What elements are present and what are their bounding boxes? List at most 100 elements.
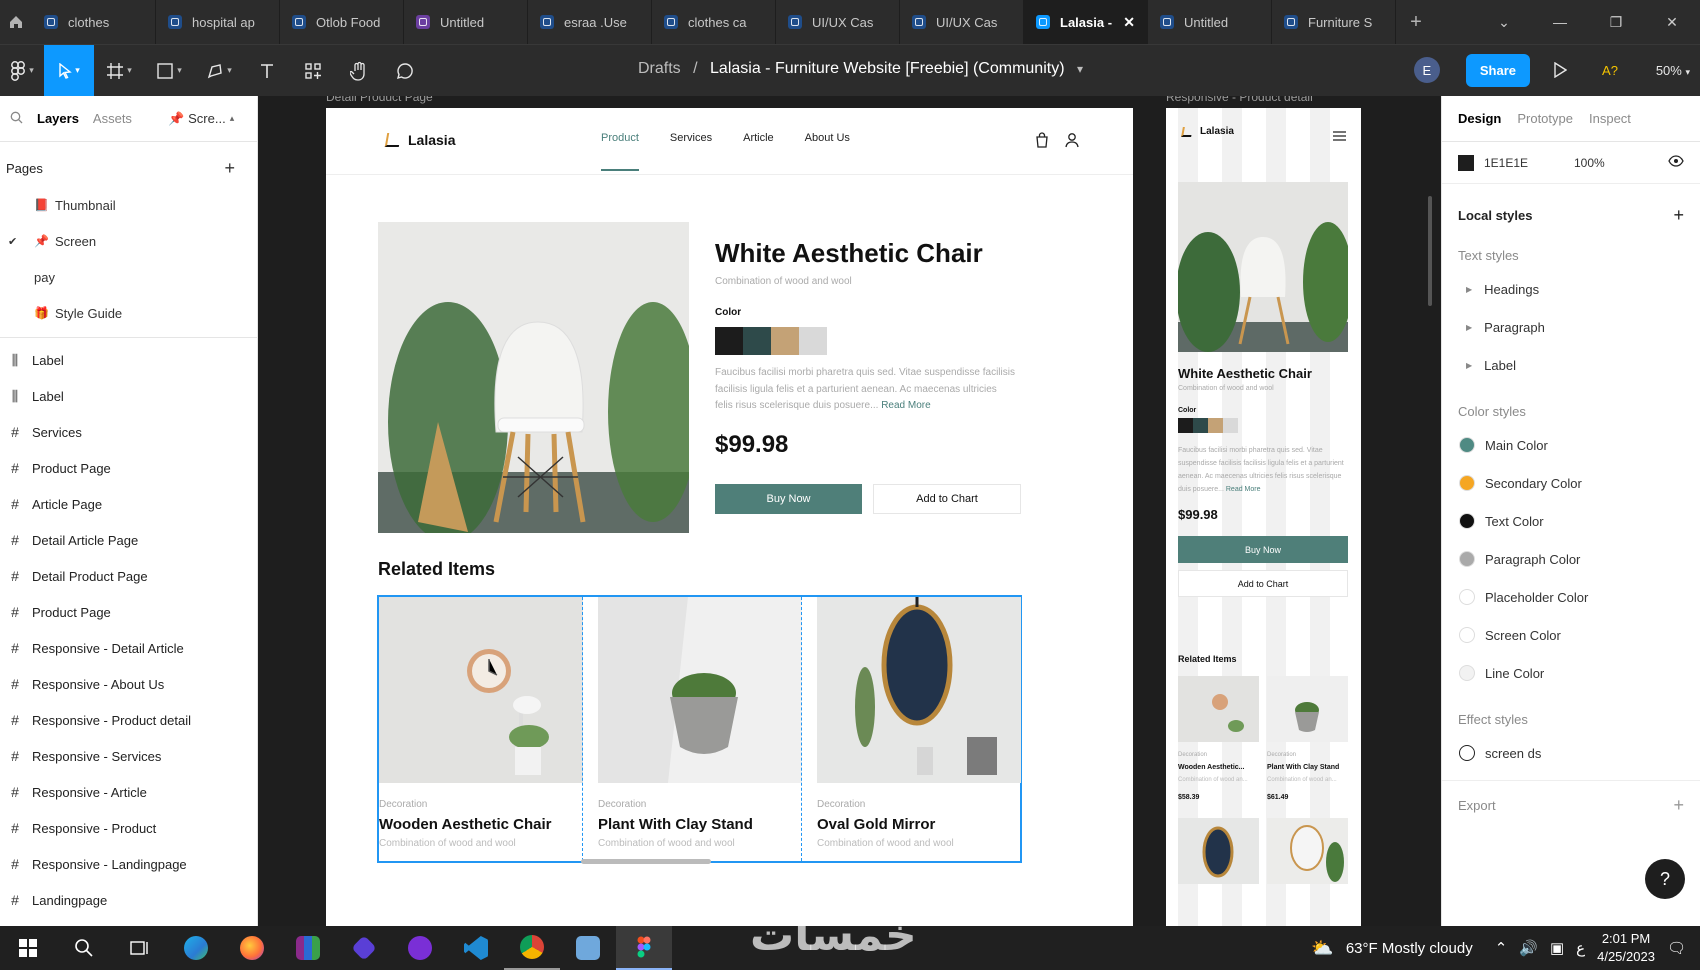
browser-tab[interactable]: hospital ap (156, 0, 280, 44)
layer-item[interactable]: # Responsive - Product detail (0, 702, 257, 738)
color-swatch[interactable] (743, 327, 771, 355)
canvas[interactable]: Detail Product Page Responsive - Product… (258, 96, 1441, 926)
layer-item[interactable]: # Product Page (0, 594, 257, 630)
add-export-icon[interactable]: + (1673, 795, 1684, 816)
color-swatch[interactable] (1193, 418, 1208, 433)
expand-caret-icon[interactable]: ▶ (1466, 323, 1472, 332)
search-icon[interactable] (10, 111, 23, 127)
mobile-read-more-link[interactable]: Read More (1226, 486, 1261, 493)
eye-icon[interactable] (1668, 155, 1684, 170)
mobile-product-image[interactable] (1178, 182, 1348, 352)
layer-item[interactable]: # Detail Product Page (0, 558, 257, 594)
home-icon[interactable] (0, 0, 32, 44)
horizontal-scrollbar[interactable] (581, 859, 711, 864)
color-swatch[interactable] (1223, 418, 1238, 433)
mobile-buy-now-button[interactable]: Buy Now (1178, 536, 1348, 563)
resources-tool-icon[interactable] (290, 45, 336, 97)
zoom-level[interactable]: 50% ▾ (1640, 63, 1690, 78)
layer-item[interactable]: # Responsive - Services (0, 738, 257, 774)
layer-item[interactable]: # Detail Article Page (0, 522, 257, 558)
page-item[interactable]: ✔ 📌 Screen (0, 223, 257, 259)
text-style-item[interactable]: ▶ Label (1442, 346, 1700, 384)
help-button[interactable]: ? (1645, 859, 1685, 899)
layer-item[interactable]: ⫼ Label (0, 342, 257, 378)
site-logo[interactable]: Lalasia (384, 132, 455, 148)
layer-item[interactable]: # Responsive - Article (0, 774, 257, 810)
color-swatch[interactable] (771, 327, 799, 355)
shape-tool-icon[interactable]: ▾ (144, 45, 194, 97)
move-tool-icon[interactable]: ▾ (44, 44, 94, 97)
layer-item[interactable]: # Product Page (0, 450, 257, 486)
vertical-scrollbar[interactable] (1428, 196, 1432, 306)
add-to-chart-button[interactable]: Add to Chart (873, 484, 1021, 514)
browser-tab[interactable]: Lalasia - ✕ (1024, 0, 1148, 44)
weather-icon[interactable]: ⛅ (1311, 938, 1333, 959)
app-mask-icon[interactable] (392, 926, 448, 970)
browser-tab[interactable]: Untitled (1148, 0, 1272, 44)
notification-icon[interactable]: 🗨 (1667, 939, 1686, 957)
main-menu-icon[interactable]: ▾ (0, 45, 44, 97)
color-style-item[interactable]: Placeholder Color (1442, 578, 1700, 616)
file-name[interactable]: Lalasia - Furniture Website [Freebie] (C… (710, 60, 1065, 77)
weather-text[interactable]: 63°F Mostly cloudy (1346, 940, 1473, 957)
close-tab-icon[interactable]: ✕ (1123, 14, 1135, 31)
related-items-grid[interactable]: Decoration Wooden Aesthetic Chair Combin… (377, 595, 1022, 863)
color-style-item[interactable]: Line Color (1442, 654, 1700, 692)
figma-taskbar-icon[interactable] (616, 926, 672, 970)
color-swatch[interactable] (715, 327, 743, 355)
network-icon[interactable]: ▣ (1550, 939, 1564, 957)
buy-now-button[interactable]: Buy Now (715, 484, 862, 514)
app-icon[interactable] (336, 926, 392, 970)
product-image[interactable] (378, 222, 689, 533)
browser-tab[interactable]: clothes (32, 0, 156, 44)
expand-caret-icon[interactable]: ▶ (1466, 361, 1472, 370)
layer-item[interactable]: # Services (0, 414, 257, 450)
color-style-item[interactable]: Secondary Color (1442, 464, 1700, 502)
color-style-item[interactable]: Paragraph Color (1442, 540, 1700, 578)
share-button[interactable]: Share (1465, 53, 1530, 87)
close-window-icon[interactable]: ✕ (1644, 0, 1700, 44)
fill-swatch[interactable] (1458, 154, 1474, 171)
layer-item[interactable]: # Article Page (0, 486, 257, 522)
bag-icon[interactable] (1034, 132, 1050, 153)
layer-item[interactable]: # Responsive - Product (0, 810, 257, 846)
chevron-down-icon[interactable]: ⌄ (1476, 0, 1532, 44)
chrome-icon[interactable] (504, 926, 560, 970)
detail-product-frame[interactable]: Lalasia Product Services Article About U… (326, 108, 1133, 926)
frame-label-responsive-product[interactable]: Responsive - Product detail (1166, 96, 1313, 104)
mobile-related-image[interactable] (1178, 676, 1259, 742)
tab-assets[interactable]: Assets (93, 111, 132, 126)
layer-item[interactable]: # Responsive - Detail Article (0, 630, 257, 666)
minimize-icon[interactable]: — (1532, 0, 1588, 44)
text-style-item[interactable]: ▶ Paragraph (1442, 308, 1700, 346)
add-page-icon[interactable]: + (224, 158, 235, 179)
page-item[interactable]: pay (0, 259, 257, 295)
mobile-related-image[interactable] (1267, 818, 1348, 884)
browser-tab[interactable]: Untitled (404, 0, 528, 44)
effect-style-item[interactable]: screen ds (1442, 734, 1700, 772)
mobile-related-image[interactable] (1267, 676, 1348, 742)
volume-icon[interactable]: 🔊 (1519, 939, 1538, 957)
fill-opacity[interactable]: 100% (1574, 156, 1605, 170)
user-icon[interactable] (1064, 132, 1080, 153)
chevron-up-icon[interactable]: ⌃ (1495, 939, 1508, 957)
tab-design[interactable]: Design (1458, 111, 1501, 126)
page-select[interactable]: 📌 Scre... ▴ (168, 111, 234, 127)
tab-prototype[interactable]: Prototype (1517, 111, 1573, 126)
add-style-icon[interactable]: + (1673, 205, 1684, 226)
browser-tab[interactable]: UI/UX Cas (900, 0, 1024, 44)
responsive-product-frame[interactable]: Lalasia White Aesthetic Chair Combinatio… (1166, 108, 1361, 926)
firefox-icon[interactable] (224, 926, 280, 970)
nav-services[interactable]: Services (670, 132, 712, 144)
tab-layers[interactable]: Layers (37, 111, 79, 126)
color-swatch[interactable] (1208, 418, 1223, 433)
layer-item[interactable]: # Responsive - Landingpage (0, 846, 257, 882)
browser-tab[interactable]: clothes ca (652, 0, 776, 44)
missing-fonts-indicator[interactable]: A? (1590, 63, 1630, 78)
search-icon[interactable] (56, 926, 112, 970)
related-card[interactable]: Decoration Wooden Aesthetic Chair Combin… (379, 597, 583, 865)
mobile-logo[interactable]: Lalasia (1181, 126, 1234, 137)
layer-item[interactable]: # Responsive - About Us (0, 666, 257, 702)
pen-tool-icon[interactable]: ▾ (194, 45, 244, 97)
hand-tool-icon[interactable] (336, 45, 382, 97)
